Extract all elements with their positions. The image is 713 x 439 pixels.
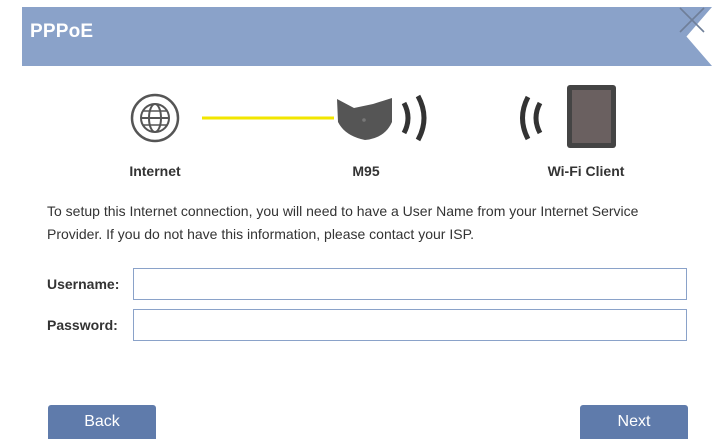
router-label: M95: [352, 163, 380, 179]
username-field[interactable]: [133, 268, 687, 300]
page-title: PPPoE: [30, 21, 94, 42]
wifi-client-label: Wi-Fi Client: [547, 163, 625, 179]
wifi-signal-icon: [520, 95, 543, 141]
wifi-signal-icon: [401, 94, 427, 142]
wizard-header: [22, 7, 712, 66]
internet-label: Internet: [129, 163, 181, 179]
router-icon: [337, 98, 392, 140]
password-field[interactable]: [133, 309, 687, 341]
password-label: Password:: [47, 317, 118, 333]
username-label: Username:: [47, 276, 120, 292]
back-button[interactable]: Back: [48, 405, 156, 439]
setup-description: To setup this Internet connection, you w…: [47, 203, 639, 242]
next-button[interactable]: Next: [580, 405, 688, 439]
tablet-icon: [567, 85, 616, 148]
close-icon[interactable]: [674, 2, 710, 38]
globe-icon: [130, 93, 180, 143]
